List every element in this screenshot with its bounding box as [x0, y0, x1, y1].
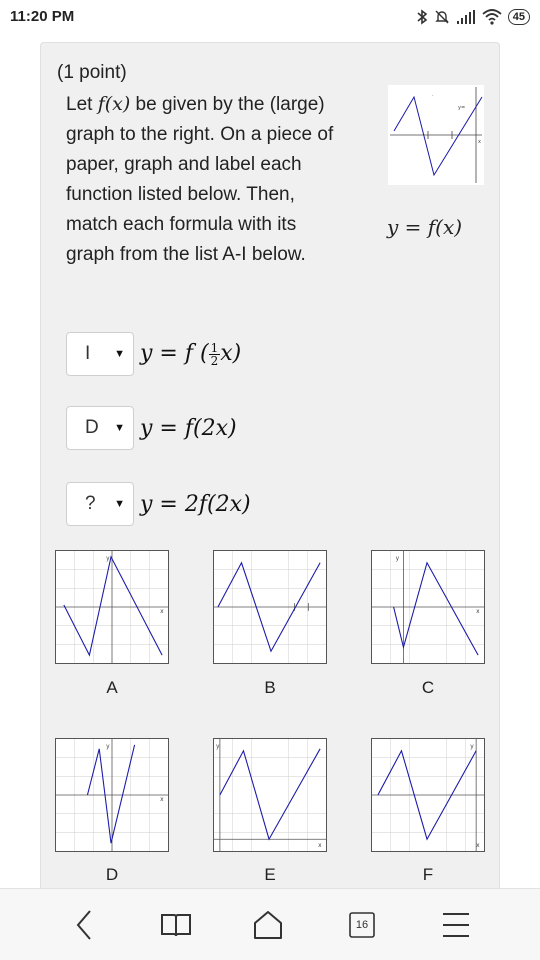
fraction: 12	[208, 340, 221, 368]
answer-row-1: I ▼ y = f (1 2 x)	[66, 331, 241, 377]
hamburger-menu-icon	[443, 913, 469, 937]
dropdown-caret-icon: ▼	[114, 498, 125, 510]
wifi-icon	[482, 9, 502, 25]
graph-label-A: A	[106, 678, 118, 697]
formula-3: y = 2f(2x)	[140, 491, 251, 517]
fraction-denominator: 2	[210, 353, 219, 368]
graph-label-F: F	[422, 865, 434, 884]
answer-row-3: ? ▼ y = 2f(2x)	[66, 481, 251, 527]
svg-text:x: x	[478, 139, 481, 145]
svg-text:y: y	[106, 556, 110, 562]
graph-B[interactable]	[213, 550, 327, 664]
svg-text:y: y	[106, 744, 110, 750]
answer-select-3[interactable]: ? ▼	[66, 482, 134, 526]
browser-bottom-nav: 16	[0, 888, 540, 960]
points-label: (1 point)	[57, 62, 127, 83]
graph-E[interactable]: y x	[213, 738, 327, 852]
answer-select-1[interactable]: I ▼	[66, 332, 134, 376]
bookmarks-button[interactable]	[156, 905, 196, 945]
formula-2: y = f(2x)	[140, 415, 237, 441]
status-time: 11:20 PM	[10, 8, 75, 25]
home-icon	[254, 911, 282, 939]
formula-1-prefix: y = f (	[140, 341, 209, 367]
prompt-text-start: Let	[66, 94, 98, 115]
svg-text:y=: y=	[458, 105, 465, 111]
question-prompt: Let f(x) be given by the (large) graph t…	[66, 89, 346, 270]
prompt-text-end: be given by the (large) graph to the rig…	[66, 94, 334, 265]
formula-1-suffix: x)	[220, 341, 242, 367]
question-card: (1 point) Let f(x) be given by the (larg…	[40, 42, 500, 892]
dropdown-caret-icon: ▼	[114, 422, 125, 434]
fraction-numerator: 1	[208, 340, 221, 355]
graph-label-E: E	[264, 865, 276, 884]
dropdown-caret-icon: ▼	[114, 348, 125, 360]
tabs-button[interactable]: 16	[342, 905, 382, 945]
svg-text:y: y	[396, 556, 400, 562]
graph-F[interactable]: y x	[371, 738, 485, 852]
svg-text:x: x	[160, 609, 164, 615]
signal-icon	[456, 10, 475, 24]
answer-select-1-value: I	[85, 343, 91, 364]
bluetooth-icon	[417, 9, 428, 25]
svg-text:y: y	[216, 744, 220, 750]
graph-C[interactable]: y x	[371, 550, 485, 664]
svg-text:x: x	[476, 609, 480, 615]
back-button[interactable]	[64, 905, 104, 945]
answer-row-2: D ▼ y = f(2x)	[66, 405, 237, 451]
book-icon	[161, 914, 191, 937]
graph-label-B: B	[264, 678, 276, 697]
graph-label-C: C	[421, 678, 435, 697]
chevron-left-icon	[76, 910, 91, 940]
svg-text:x: x	[160, 797, 164, 803]
answer-select-2-value: D	[85, 417, 99, 438]
prompt-fx: f(x)	[97, 93, 131, 115]
svg-text:.: .	[432, 92, 434, 98]
answer-select-3-value: ?	[85, 493, 96, 514]
status-bar: 11:20 PM 45	[0, 0, 540, 36]
battery-icon: 45	[507, 9, 530, 25]
formula-1: y = f (1 2 x)	[140, 341, 241, 367]
main-graph-label: y = f(x)	[387, 215, 463, 239]
status-icons: 45	[416, 6, 530, 28]
svg-text:y: y	[470, 744, 474, 750]
answer-select-2[interactable]: D ▼	[66, 406, 134, 450]
svg-text:x: x	[476, 843, 480, 849]
home-button[interactable]	[248, 905, 288, 945]
menu-button[interactable]	[436, 905, 476, 945]
main-graph[interactable]: y= . x	[388, 85, 484, 185]
graph-label-D: D	[105, 865, 119, 884]
tab-count: 16	[355, 919, 369, 931]
bell-muted-icon	[435, 10, 449, 24]
graph-D[interactable]: y x	[55, 738, 169, 852]
svg-text:x: x	[318, 843, 322, 849]
graph-A[interactable]: y x	[55, 550, 169, 664]
